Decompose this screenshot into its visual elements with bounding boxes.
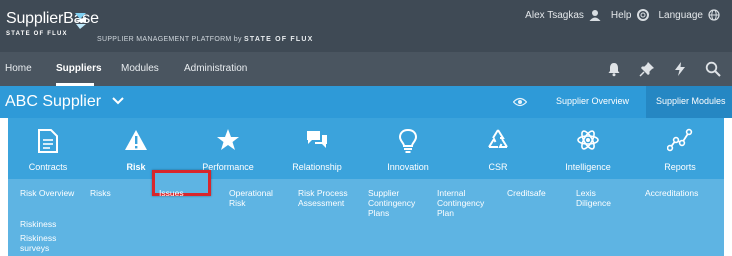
module-csr[interactable]: CSR — [458, 126, 538, 178]
nav-administration[interactable]: Administration — [184, 63, 247, 74]
nav-home[interactable]: Home — [5, 63, 32, 74]
submenu-accreditations[interactable]: Accreditations — [645, 188, 720, 198]
lightbulb-icon — [398, 128, 418, 153]
graph-icon — [667, 128, 693, 152]
nav-modules[interactable]: Modules — [121, 63, 159, 74]
pin-icon[interactable] — [639, 61, 655, 77]
platform-text: SUPPLIER MANAGEMENT PLATFORM by — [97, 36, 242, 43]
top-header: SupplierBase STATE OF FLUX SUPPLIER MANA… — [0, 0, 732, 52]
chevron-down-icon[interactable] — [112, 96, 124, 106]
platform-brand: STATE OF FLUX — [244, 36, 314, 43]
risk-submenu: Risk Overview Risks Issues Operational R… — [8, 170, 724, 256]
submenu-creditsafe[interactable]: Creditsafe — [507, 188, 567, 198]
modules-panel: Contracts Risk Performance Relationship … — [8, 118, 724, 256]
main-nav: Home Suppliers Modules Administration — [0, 52, 732, 86]
submenu-risk-process-assessment[interactable]: Risk Process Assessment — [298, 188, 354, 208]
user-name[interactable]: Alex Tsagkas — [525, 10, 584, 21]
bolt-icon[interactable] — [672, 61, 688, 77]
search-icon[interactable] — [705, 61, 721, 77]
module-label: Contracts — [28, 162, 68, 172]
user-icon — [589, 10, 601, 21]
supplier-modules-link[interactable]: Supplier Modules — [656, 96, 726, 106]
module-label: Intelligence — [565, 162, 611, 172]
supplier-title[interactable]: ABC Supplier — [5, 93, 101, 111]
platform-tagline: SUPPLIER MANAGEMENT PLATFORM by STATE OF… — [97, 36, 313, 43]
module-relationship[interactable]: Relationship — [277, 126, 357, 178]
help-menu[interactable]: Help — [611, 9, 649, 21]
submenu-operational-risk[interactable]: Operational Risk — [229, 188, 284, 208]
supplier-bar: ABC Supplier Supplier Overview Supplier … — [0, 86, 732, 118]
language-menu[interactable]: Language — [659, 9, 721, 21]
submenu-risk-overview[interactable]: Risk Overview — [20, 188, 90, 198]
bell-icon[interactable] — [606, 61, 622, 77]
atom-icon — [577, 130, 599, 150]
module-label: Relationship — [292, 162, 342, 172]
logo-subtitle: STATE OF FLUX — [6, 31, 68, 37]
supplier-overview-link[interactable]: Supplier Overview — [556, 96, 629, 106]
submenu-risks[interactable]: Risks — [90, 188, 130, 198]
submenu-internal-contingency-plan[interactable]: Internal Contingency Plan — [437, 188, 493, 218]
warning-icon — [125, 130, 147, 150]
document-icon — [38, 129, 58, 153]
module-innovation[interactable]: Innovation — [368, 126, 448, 178]
submenu-lexis-diligence[interactable]: Lexis Diligence — [576, 188, 622, 208]
module-label: Innovation — [387, 162, 429, 172]
language-label[interactable]: Language — [659, 10, 704, 21]
help-label[interactable]: Help — [611, 10, 632, 21]
submenu-supplier-contingency-plans[interactable]: Supplier Contingency Plans — [368, 188, 424, 218]
submenu-riskiness-surveys[interactable]: Riskiness surveys — [20, 233, 64, 253]
nav-suppliers[interactable]: Suppliers — [56, 63, 102, 74]
module-intelligence[interactable]: Intelligence — [548, 126, 628, 178]
eye-icon[interactable] — [513, 97, 527, 107]
help-lifebuoy-icon — [636, 9, 649, 21]
user-account[interactable]: Alex Tsagkas — [525, 9, 601, 21]
chat-icon — [307, 131, 327, 148]
submenu-issues[interactable]: Issues — [159, 188, 204, 198]
recycle-icon — [488, 129, 508, 148]
user-menu: Alex Tsagkas Help Language — [515, 9, 720, 21]
module-label: Reports — [664, 162, 696, 172]
module-contracts[interactable]: Contracts — [8, 126, 88, 178]
star-icon — [217, 129, 239, 150]
globe-icon — [708, 9, 720, 21]
logo-flux-icon — [75, 13, 86, 29]
module-reports[interactable]: Reports — [640, 126, 720, 178]
module-label: CSR — [488, 162, 508, 172]
submenu-riskiness[interactable]: Riskiness — [20, 219, 80, 229]
